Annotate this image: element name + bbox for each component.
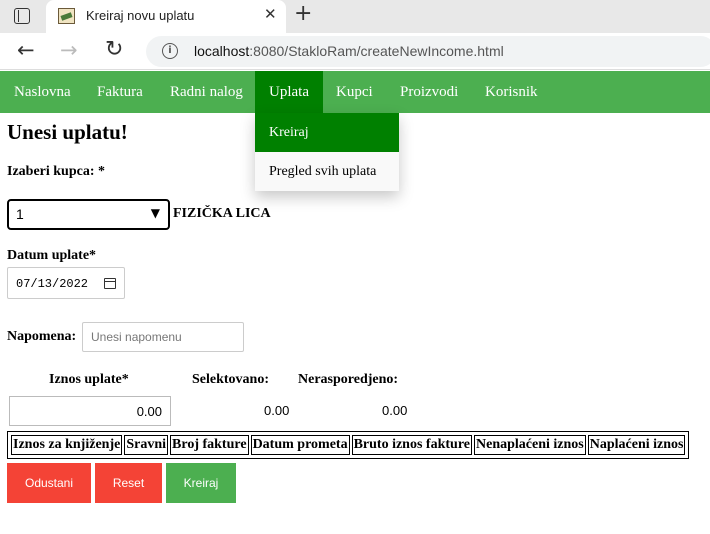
chevron-down-icon: ▼	[150, 206, 160, 220]
cancel-button[interactable]: Odustani	[7, 463, 91, 503]
note-label: Napomena:	[7, 329, 77, 344]
reset-button[interactable]: Reset	[95, 463, 162, 503]
main-navigation: Naslovna Faktura Radni nalog Uplata Kupc…	[0, 71, 710, 113]
browser-tab[interactable]: Kreiraj novu uplatu ✕	[46, 0, 286, 33]
new-tab-icon[interactable]: +	[294, 1, 312, 26]
url-text: localhost:8080/StakloRam/createNewIncome…	[194, 43, 504, 59]
col-datum-prometa: Datum prometa	[250, 435, 350, 455]
menu-item-kreiraj[interactable]: Kreiraj	[255, 113, 399, 152]
table-header-row: Iznos za knjiženje Sravni Broj fakture D…	[11, 435, 686, 455]
unallocated-label: Nerasporedjeno:	[298, 372, 399, 387]
nav-item-proizvodi[interactable]: Proizvodi	[386, 71, 472, 113]
favicon-icon	[58, 8, 75, 24]
calendar-icon[interactable]	[104, 278, 116, 289]
nav-item-naslovna[interactable]: Naslovna	[0, 71, 85, 113]
browser-toolbar: ← → ↻ i localhost:8080/StakloRam/createN…	[0, 33, 710, 70]
forward-arrow-icon: →	[60, 38, 78, 62]
create-button[interactable]: Kreiraj	[166, 463, 236, 503]
col-bruto-iznos-fakture: Bruto iznos fakture	[351, 435, 472, 455]
payment-date-value: 07/13/2022	[16, 277, 89, 291]
uplata-dropdown-menu: Kreiraj Pregled svih uplata	[255, 113, 399, 191]
tab-actions-icon[interactable]	[14, 8, 30, 24]
site-info-icon[interactable]: i	[162, 43, 178, 59]
col-naplaceni-iznos: Naplaćeni iznos	[587, 435, 686, 455]
col-iznos-za-knjizenje: Iznos za knjiženje	[11, 435, 123, 455]
amount-value: 0.00	[136, 404, 162, 419]
nav-item-faktura[interactable]: Faktura	[83, 71, 157, 113]
nav-item-korisnik[interactable]: Korisnik	[471, 71, 552, 113]
unallocated-value: 0.00	[382, 403, 408, 418]
nav-item-kupci[interactable]: Kupci	[322, 71, 387, 113]
reload-icon[interactable]: ↻	[105, 37, 123, 62]
note-input[interactable]	[82, 322, 244, 352]
customer-label: Izaberi kupca: *	[7, 164, 105, 179]
date-label: Datum uplate*	[7, 248, 97, 263]
amount-input[interactable]: 0.00	[9, 396, 171, 426]
invoice-table: Iznos za knjiženje Sravni Broj fakture D…	[7, 431, 690, 459]
browser-tab-bar: Kreiraj novu uplatu ✕ +	[0, 0, 710, 33]
customer-type-label: FIZIČKA LICA	[173, 206, 271, 221]
col-nenaplaceni-iznos: Nenaplaćeni iznos	[474, 435, 586, 455]
nav-item-uplata[interactable]: Uplata	[255, 71, 323, 113]
nav-item-radni-nalog[interactable]: Radni nalog	[156, 71, 257, 113]
customer-select-value: 1	[16, 206, 24, 222]
back-arrow-icon[interactable]: ←	[17, 38, 35, 62]
customer-select[interactable]: 1 ▼	[7, 199, 170, 230]
menu-item-pregled-svih-uplata[interactable]: Pregled svih uplata	[255, 152, 399, 191]
address-bar[interactable]: i localhost:8080/StakloRam/createNewInco…	[146, 36, 710, 67]
amount-label: Iznos uplate*	[49, 372, 129, 387]
col-sravni: Sravni	[124, 435, 169, 455]
tab-title: Kreiraj novu uplatu	[86, 8, 195, 23]
close-tab-icon[interactable]: ✕	[264, 5, 277, 23]
page-title: Unesi uplatu!	[7, 120, 128, 144]
selected-label: Selektovano:	[192, 372, 269, 387]
payment-date-input[interactable]: 07/13/2022	[7, 267, 125, 299]
col-broj-fakture: Broj fakture	[170, 435, 249, 455]
selected-value: 0.00	[264, 403, 290, 418]
